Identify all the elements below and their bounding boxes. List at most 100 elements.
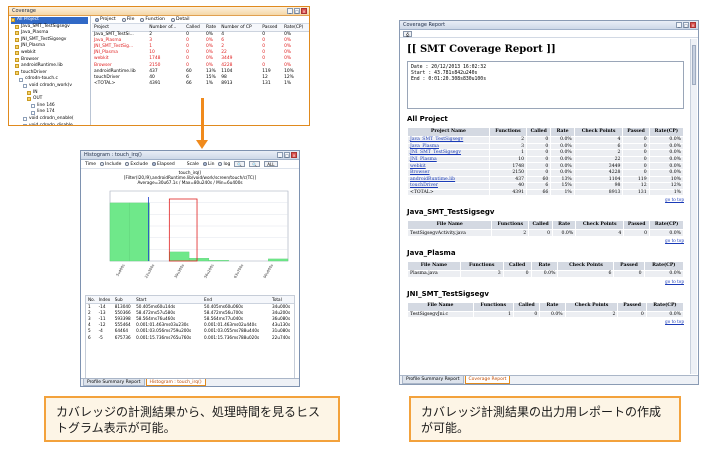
- column-header[interactable]: Number of...: [147, 24, 185, 32]
- project-link[interactable]: JNI_SMT_TestSigsegv: [407, 149, 490, 157]
- close-icon[interactable]: ×: [291, 152, 297, 158]
- tree-item[interactable]: cdrodn-touch.c: [11, 76, 88, 83]
- table-cell: 4: [573, 136, 624, 144]
- histogram-bar: [268, 258, 289, 262]
- histogram-titlebar: Histogram : touch_irq() _ □ ×: [81, 151, 299, 160]
- minimize-icon[interactable]: _: [277, 152, 283, 158]
- column-header[interactable]: No.: [86, 296, 97, 304]
- histogram-table: No. Index Sub Start End Total 1 -14 813040 50.40…: [86, 296, 294, 340]
- tree-item[interactable]: All Project: [11, 17, 88, 24]
- close-icon[interactable]: ×: [301, 8, 307, 14]
- table-cell: 1104: [573, 175, 624, 184]
- print-icon[interactable]: ⎙: [403, 30, 413, 37]
- tree-item-label: All Project: [17, 17, 39, 22]
- project-link[interactable]: webkit: [407, 162, 490, 170]
- column-header: Check Points: [575, 220, 625, 231]
- all-project-heading: All Project: [407, 115, 448, 123]
- column-header: Called: [528, 220, 554, 231]
- column-header[interactable]: Total: [269, 296, 294, 304]
- table-cell: 66: [186, 81, 192, 87]
- column-header[interactable]: Number of CP: [219, 24, 261, 32]
- project-link[interactable]: Java_SMT_TestSigsegv: [407, 136, 490, 144]
- view-option-radio[interactable]: Detail: [170, 17, 190, 22]
- tab-item[interactable]: Coverage Report: [464, 376, 511, 384]
- column-header: Rate: [539, 301, 566, 312]
- go-to-top-link[interactable]: go to top: [407, 279, 684, 284]
- table-cell: 0.0%: [530, 269, 559, 278]
- minimize-icon[interactable]: _: [676, 22, 682, 28]
- tree-item[interactable]: Java_Plasma: [11, 30, 88, 37]
- project-link[interactable]: Java_Plasma: [407, 142, 490, 151]
- column-header: Called: [526, 127, 552, 137]
- table-row[interactable]: 6 -5 675736 0.001:15.736ms765u760s 0.001:15.…: [86, 334, 294, 340]
- go-to-top-link[interactable]: go to top: [407, 319, 684, 324]
- tree-item[interactable]: JNI_Plasma: [11, 43, 88, 50]
- project-link[interactable]: Browser: [407, 168, 490, 177]
- tree-item[interactable]: IN: [11, 90, 88, 97]
- maximize-icon[interactable]: □: [294, 8, 300, 14]
- histogram-bar: [188, 258, 210, 262]
- zoom-out-button[interactable]: 🔍: [249, 161, 261, 167]
- tree-item[interactable]: void cdrodn_disable: [11, 123, 88, 125]
- zoom-in-button[interactable]: 🔍: [234, 161, 246, 167]
- project-link[interactable]: androidRuntime.lib: [407, 175, 490, 184]
- tree-item[interactable]: void cdrodn_work(v: [11, 83, 88, 90]
- elapsed-radio[interactable]: Elapsed: [152, 162, 175, 167]
- go-to-top-link[interactable]: go to top: [407, 197, 684, 202]
- column-header: File Name: [407, 301, 474, 312]
- scrollbar-thumb[interactable]: [692, 45, 696, 85]
- table-cell: 131: [622, 188, 650, 197]
- table-cell: 3449: [573, 162, 624, 170]
- tree-item-label: OUT: [33, 96, 43, 102]
- report-meta-box: Date : 20/12/2013 16:02:32 Start : 43.781…: [407, 61, 684, 109]
- view-option-radio[interactable]: Project: [95, 17, 116, 22]
- column-header[interactable]: Called: [184, 24, 204, 32]
- tab-item[interactable]: Histogram : touch_irq(): [145, 379, 206, 386]
- include-radio[interactable]: Include: [100, 162, 121, 167]
- column-header[interactable]: End: [202, 296, 270, 304]
- table-cell: 0.0%: [648, 136, 685, 144]
- tab-item[interactable]: Profile Summary Report: [83, 379, 145, 386]
- table-row[interactable]: <TOTAL> 4391 66 1% 8913 131 1%: [92, 81, 309, 87]
- column-header[interactable]: Index: [96, 296, 113, 304]
- maximize-icon[interactable]: □: [683, 22, 689, 28]
- histogram-bar: [208, 260, 229, 262]
- project-link[interactable]: touchDriver: [407, 182, 490, 190]
- project-link[interactable]: JNI_Plasma: [407, 155, 490, 164]
- column-header[interactable]: Start: [134, 296, 203, 304]
- histogram-tabs: Profile Summary Report Histogram : touch_…: [81, 378, 299, 386]
- all-button[interactable]: ALL: [264, 161, 278, 167]
- column-header[interactable]: Project: [92, 24, 148, 32]
- log-radio[interactable]: log: [218, 162, 230, 167]
- table-cell: 0.001:15.736ms765u760s: [136, 334, 192, 340]
- table-cell: 98: [573, 182, 624, 190]
- table-row: TestSigsegvActivity.java 2 0 0.0% 4 0 0.0%: [406, 229, 684, 237]
- tree-item-label: cdrodn-touch.c: [25, 76, 58, 82]
- column-header[interactable]: Passed: [260, 24, 283, 32]
- folder-icon: [27, 90, 31, 95]
- view-option-radio[interactable]: Function: [140, 17, 165, 22]
- tree-item[interactable]: OUT: [11, 96, 88, 103]
- tree-item[interactable]: void cdrodn_enable(: [11, 116, 88, 123]
- exclude-radio[interactable]: Exclude: [125, 162, 148, 167]
- tree-item[interactable]: androidRuntime.lib: [11, 63, 88, 70]
- tree-item[interactable]: webkit: [11, 50, 88, 57]
- report-sections: Java_SMT_TestSigsegv File Name Functions Ca…: [406, 208, 685, 324]
- report-scrollbar[interactable]: [690, 39, 697, 374]
- column-header: Functions: [472, 301, 514, 312]
- table-cell: -5: [98, 334, 103, 340]
- lin-radio[interactable]: Lin: [202, 162, 214, 167]
- x-tick-label: 63u700s: [233, 263, 244, 279]
- view-option-radio[interactable]: File: [121, 17, 134, 22]
- tab-item[interactable]: Profile Summary Report: [402, 376, 464, 384]
- project-tree[interactable]: All Project Java_SMT_TestSigsegv Java_Plas…: [9, 16, 91, 125]
- minimize-icon[interactable]: _: [287, 8, 293, 14]
- go-to-top-link[interactable]: go to top: [407, 238, 684, 243]
- maximize-icon[interactable]: □: [284, 152, 290, 158]
- folder-icon: [15, 31, 19, 36]
- tree-item[interactable]: line 174: [11, 109, 88, 116]
- column-header[interactable]: Rate: [203, 24, 220, 32]
- column-header[interactable]: Sub: [112, 296, 135, 304]
- close-icon[interactable]: ×: [690, 22, 696, 28]
- column-header[interactable]: Rate(CP): [282, 24, 309, 32]
